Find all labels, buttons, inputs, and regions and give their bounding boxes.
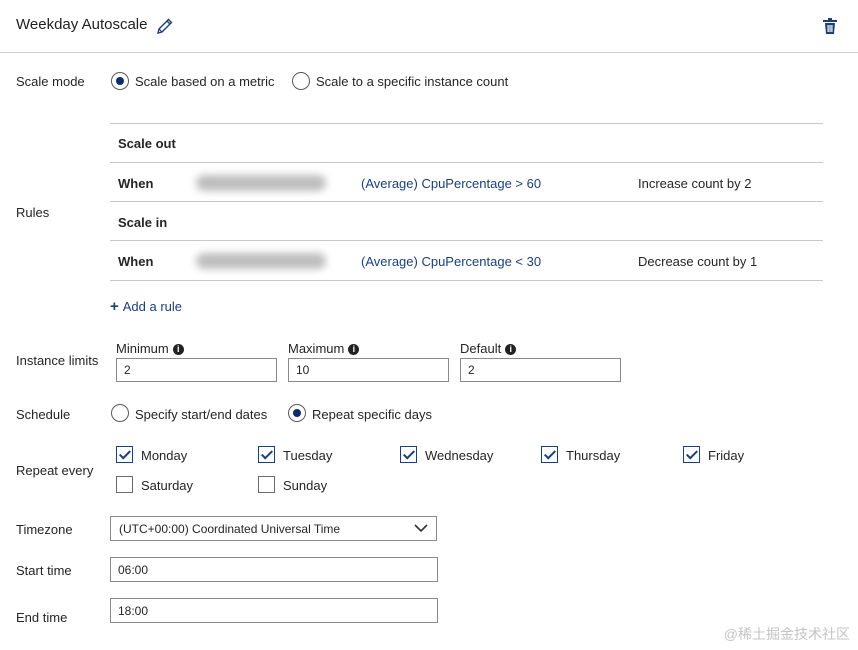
- rules-label: Rules: [16, 205, 50, 220]
- scale-out-action: Increase count by 2: [638, 176, 752, 191]
- scale-mode-label: Scale mode: [16, 74, 85, 89]
- minimum-input[interactable]: [116, 358, 277, 382]
- timezone-select[interactable]: (UTC+00:00) Coordinated Universal Time: [110, 516, 437, 541]
- minimum-label-text: Minimum: [116, 341, 169, 356]
- default-label: Default i: [460, 341, 517, 356]
- info-icon[interactable]: i: [348, 344, 360, 355]
- day-label-thursday[interactable]: Thursday: [566, 448, 620, 463]
- radio-start-end-dates[interactable]: [111, 404, 129, 422]
- start-time-label: Start time: [16, 563, 72, 578]
- maximum-label: Maximum i: [288, 341, 360, 356]
- day-label-monday[interactable]: Monday: [141, 448, 187, 463]
- schedule-label: Schedule: [16, 407, 71, 422]
- timezone-label: Timezone: [16, 522, 73, 537]
- scale-in-heading: Scale in: [118, 215, 168, 230]
- default-input[interactable]: [460, 358, 621, 382]
- radio-scale-metric-label[interactable]: Scale based on a metric: [135, 74, 274, 89]
- radio-repeat-days[interactable]: [288, 404, 306, 422]
- plus-icon: +: [110, 298, 119, 315]
- radio-scale-metric[interactable]: [111, 72, 129, 90]
- radio-repeat-days-label[interactable]: Repeat specific days: [312, 407, 432, 422]
- default-label-text: Default: [460, 341, 502, 356]
- end-time-input[interactable]: [110, 598, 438, 623]
- radio-start-end-dates-label[interactable]: Specify start/end dates: [135, 407, 267, 422]
- divider: [110, 123, 823, 124]
- checkbox-friday[interactable]: [683, 446, 700, 463]
- instance-limits-label: Instance limits: [16, 353, 99, 368]
- scale-in-metric-link[interactable]: (Average) CpuPercentage < 30: [361, 254, 541, 269]
- checkbox-wednesday[interactable]: [400, 446, 417, 463]
- pencil-icon[interactable]: [155, 16, 175, 36]
- scale-out-when: When: [118, 176, 154, 191]
- repeat-every-label: Repeat every: [16, 463, 94, 478]
- scale-out-metric-link[interactable]: (Average) CpuPercentage > 60: [361, 176, 541, 191]
- day-label-wednesday[interactable]: Wednesday: [425, 448, 493, 463]
- redacted-resource: [196, 253, 326, 269]
- end-time-label: End time: [16, 610, 68, 625]
- checkbox-monday[interactable]: [116, 446, 133, 463]
- scale-in-when: When: [118, 254, 154, 269]
- day-label-saturday[interactable]: Saturday: [141, 478, 193, 493]
- redacted-resource: [196, 175, 326, 191]
- info-icon[interactable]: i: [505, 344, 517, 355]
- divider: [110, 162, 823, 163]
- divider: [110, 280, 823, 281]
- header-divider: [0, 52, 858, 53]
- chevron-down-icon: [414, 524, 428, 533]
- timezone-value: (UTC+00:00) Coordinated Universal Time: [119, 522, 341, 536]
- divider: [110, 201, 823, 202]
- checkbox-tuesday[interactable]: [258, 446, 275, 463]
- trash-icon[interactable]: [822, 17, 838, 35]
- checkbox-thursday[interactable]: [541, 446, 558, 463]
- radio-scale-count-label[interactable]: Scale to a specific instance count: [316, 74, 508, 89]
- add-rule-label[interactable]: Add a rule: [123, 299, 182, 314]
- profile-title: Weekday Autoscale: [16, 16, 148, 33]
- day-label-friday[interactable]: Friday: [708, 448, 744, 463]
- scale-out-heading: Scale out: [118, 136, 176, 151]
- scale-in-action: Decrease count by 1: [638, 254, 758, 269]
- checkbox-saturday[interactable]: [116, 476, 133, 493]
- info-icon[interactable]: i: [172, 344, 184, 355]
- radio-scale-count[interactable]: [292, 72, 310, 90]
- divider: [110, 240, 823, 241]
- day-label-tuesday[interactable]: Tuesday: [283, 448, 332, 463]
- day-label-sunday[interactable]: Sunday: [283, 478, 327, 493]
- maximum-label-text: Maximum: [288, 341, 345, 356]
- maximum-input[interactable]: [288, 358, 449, 382]
- start-time-input[interactable]: [110, 557, 438, 582]
- checkbox-sunday[interactable]: [258, 476, 275, 493]
- minimum-label: Minimum i: [116, 341, 184, 356]
- add-rule-link[interactable]: + Add a rule: [110, 298, 182, 315]
- watermark: @稀土掘金技术社区: [723, 626, 850, 642]
